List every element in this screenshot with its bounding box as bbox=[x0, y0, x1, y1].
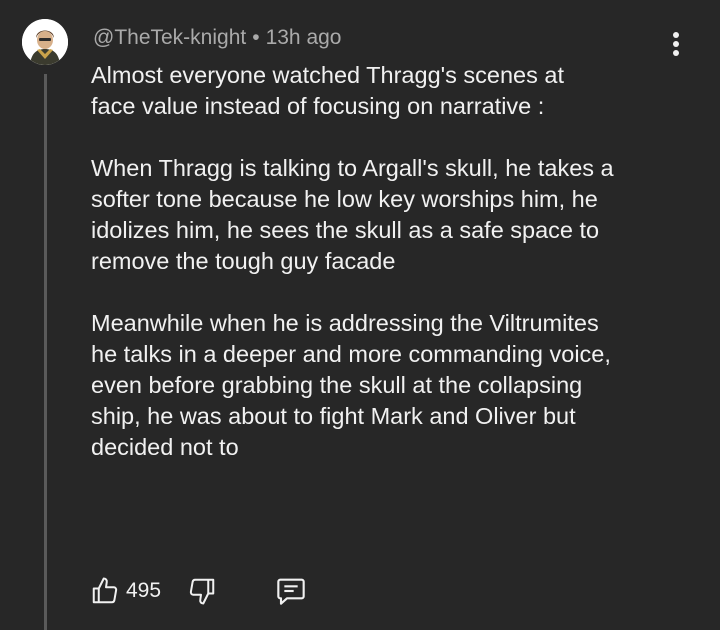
avatar-image bbox=[22, 19, 68, 65]
comment-line: even before grabbing the skull at the co… bbox=[91, 372, 583, 398]
comment-line: face value instead of focusing on narrat… bbox=[91, 93, 545, 119]
header-separator: • bbox=[252, 26, 260, 49]
reply-comment-icon bbox=[277, 578, 305, 605]
comment-line: decided not to bbox=[91, 434, 239, 460]
thumbs-down-icon bbox=[189, 578, 215, 605]
comment-actions: 495 bbox=[90, 573, 307, 609]
thread-line bbox=[44, 74, 47, 630]
comment-line: ship, he was about to fight Mark and Oli… bbox=[91, 403, 576, 429]
comment-line: Almost everyone watched Thragg's scenes … bbox=[91, 62, 564, 88]
comment-timestamp[interactable]: 13h ago bbox=[266, 26, 342, 49]
dislike-button[interactable] bbox=[187, 576, 217, 606]
comment-body: Almost everyone watched Thragg's scenes … bbox=[91, 60, 691, 463]
comment-blank-line bbox=[91, 122, 691, 153]
comment-blank-line bbox=[91, 277, 691, 308]
comment-line: he talks in a deeper and more commanding… bbox=[91, 341, 611, 367]
author-name[interactable]: @TheTek-knight bbox=[93, 26, 246, 49]
more-vertical-icon-dot bbox=[673, 50, 679, 56]
comment-header: @TheTek-knight • 13h ago bbox=[93, 24, 342, 52]
comment-line: softer tone because he low key worships … bbox=[91, 186, 598, 212]
more-options-button[interactable] bbox=[664, 28, 688, 58]
reply-button[interactable] bbox=[275, 575, 307, 607]
more-vertical-icon-dot bbox=[673, 41, 679, 47]
comment-line: remove the tough guy facade bbox=[91, 248, 396, 274]
like-count: 495 bbox=[126, 579, 162, 602]
thumbs-up-icon bbox=[92, 577, 118, 604]
comment: @TheTek-knight • 13h ago Almost everyone w… bbox=[0, 0, 720, 630]
comment-line: Meanwhile when he is addressing the Vilt… bbox=[91, 310, 599, 336]
more-vertical-icon bbox=[673, 32, 679, 38]
comment-line: When Thragg is talking to Argall's skull… bbox=[91, 155, 614, 181]
like-button[interactable]: 495 bbox=[90, 576, 161, 606]
comment-line: idolizes him, he sees the skull as a saf… bbox=[91, 217, 600, 243]
author-avatar[interactable] bbox=[22, 19, 68, 65]
